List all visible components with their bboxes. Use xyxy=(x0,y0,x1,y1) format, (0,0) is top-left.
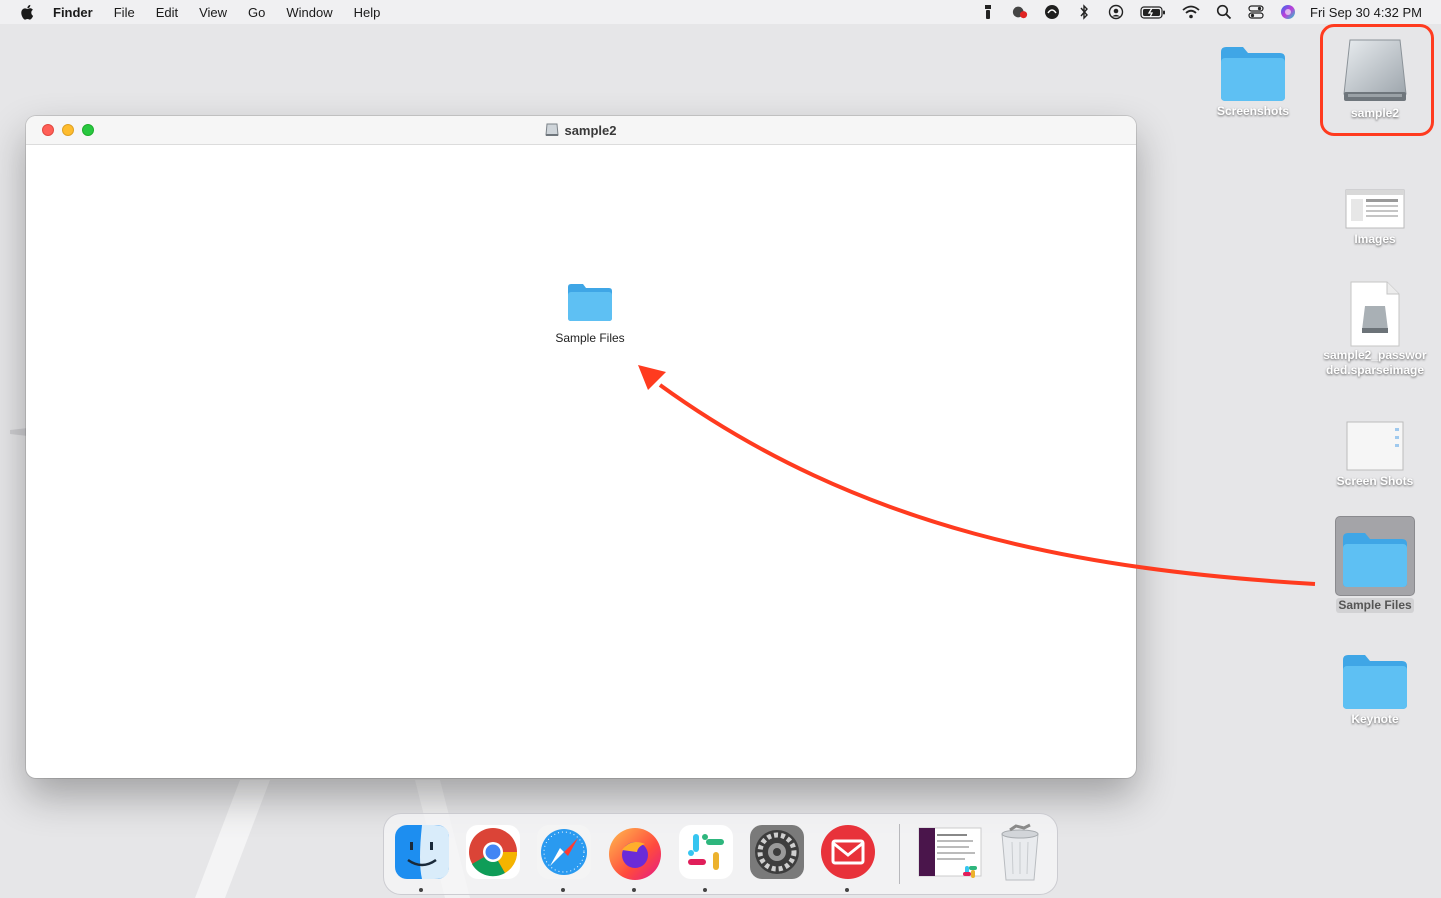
menu-app-name[interactable]: Finder xyxy=(53,5,93,20)
apple-menu-icon[interactable] xyxy=(19,3,37,21)
desktop-item-label: Keynote xyxy=(1351,712,1399,726)
highlight-annotation xyxy=(1320,24,1434,136)
window-thumbnail-icon xyxy=(918,827,982,878)
firefox-icon xyxy=(609,828,661,880)
image-thumbnail-icon xyxy=(1340,166,1410,230)
bluetooth-icon[interactable] xyxy=(1076,4,1092,20)
menu-window[interactable]: Window xyxy=(286,5,332,20)
folder-icon xyxy=(568,284,612,321)
notification-status-icon[interactable] xyxy=(1012,4,1028,20)
menu-edit[interactable]: Edit xyxy=(156,5,178,20)
desktop-item-label: sample2_passwor ded.sparseimage xyxy=(1323,348,1427,377)
safari-icon xyxy=(537,825,591,879)
spotlight-search-icon[interactable] xyxy=(1216,4,1232,20)
chrome-icon xyxy=(466,825,520,879)
dock-separator xyxy=(899,824,900,884)
app-status-icon[interactable] xyxy=(1044,4,1060,20)
menu-clock[interactable]: Fri Sep 30 4:32 PM xyxy=(1310,5,1422,20)
dock-safari[interactable] xyxy=(534,822,594,892)
folder-icon xyxy=(1218,36,1288,102)
flashlight-status-icon[interactable] xyxy=(980,4,996,20)
desktop-item-keynote[interactable]: Keynote xyxy=(1320,646,1430,728)
window-titlebar[interactable]: sample2 xyxy=(26,116,1136,145)
menu-help[interactable]: Help xyxy=(354,5,381,20)
desktop-item-label: Screenshots xyxy=(1216,104,1290,118)
desktop-item-screenshots[interactable]: Screenshots xyxy=(1198,36,1308,120)
dock-trash[interactable] xyxy=(990,822,1050,884)
desktop-item-sample-files[interactable]: Sample Files xyxy=(1320,516,1430,614)
window-title: sample2 xyxy=(26,116,1136,144)
menu-go[interactable]: Go xyxy=(248,5,265,20)
window-item-label: Sample Files xyxy=(555,331,625,345)
mail-icon xyxy=(821,825,875,879)
dock-window-thumbnail[interactable] xyxy=(915,822,983,884)
slack-icon xyxy=(679,825,733,879)
desktop-item-label: Screen Shots xyxy=(1336,474,1414,488)
document-icon xyxy=(1340,276,1410,348)
window-item-sample-files[interactable]: Sample Files xyxy=(546,282,634,345)
folder-icon xyxy=(1335,516,1415,596)
screenshot-thumbnail-icon xyxy=(1340,408,1410,472)
system-preferences-icon xyxy=(750,825,804,879)
dock-mail[interactable] xyxy=(818,822,878,892)
desktop-item-label: Images xyxy=(1354,232,1396,246)
desktop-item-label: Sample Files xyxy=(1336,598,1414,613)
disk-icon xyxy=(545,123,560,136)
dock-chrome[interactable] xyxy=(463,822,523,884)
desktop-item-images[interactable]: Images xyxy=(1320,166,1430,248)
finder-window: sample2 Sample Files xyxy=(26,116,1136,778)
dock xyxy=(383,813,1058,895)
user-account-icon[interactable] xyxy=(1108,4,1124,20)
siri-icon[interactable] xyxy=(1280,4,1296,20)
dock-slack[interactable] xyxy=(676,822,736,892)
desktop-item-sparseimage[interactable]: sample2_passwor ded.sparseimage xyxy=(1320,276,1430,379)
wifi-icon[interactable] xyxy=(1182,4,1200,20)
battery-icon[interactable] xyxy=(1140,4,1166,20)
menu-bar: Finder File Edit View Go Window Help Fri… xyxy=(0,0,1441,24)
desktop-item-screen-shots[interactable]: Screen Shots xyxy=(1320,408,1430,490)
folder-icon xyxy=(1340,646,1410,710)
trash-icon xyxy=(1001,823,1039,881)
control-center-icon[interactable] xyxy=(1248,4,1264,20)
menu-view[interactable]: View xyxy=(199,5,227,20)
dock-finder[interactable] xyxy=(392,822,452,892)
window-title-text: sample2 xyxy=(564,122,617,138)
dock-system-preferences[interactable] xyxy=(747,822,807,884)
finder-icon xyxy=(395,825,449,879)
dock-firefox[interactable] xyxy=(605,822,665,892)
menu-file[interactable]: File xyxy=(114,5,135,20)
